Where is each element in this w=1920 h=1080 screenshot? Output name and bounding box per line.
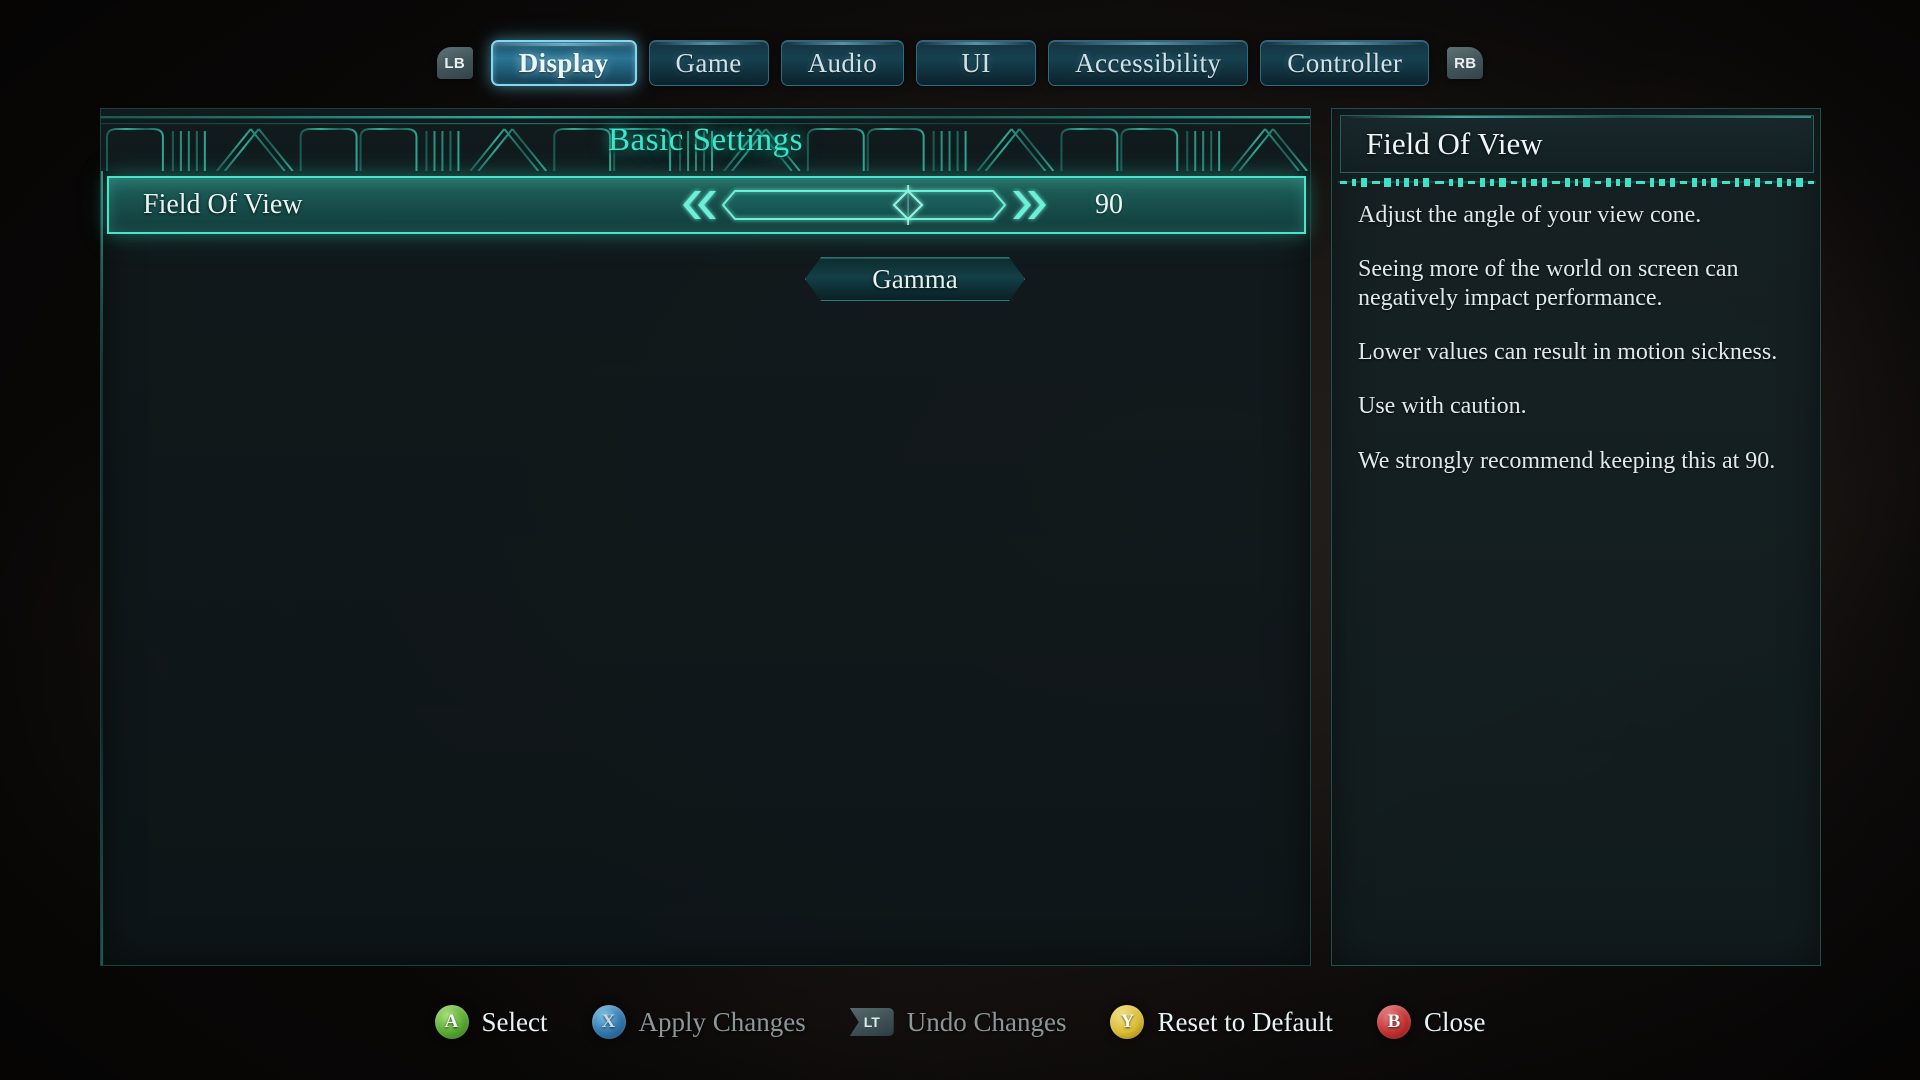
setting-row-label: Field Of View <box>143 189 303 220</box>
settings-screen: LB Display Game Audio UI Accessibility C… <box>0 0 1920 1080</box>
slider-increase-arrow <box>1013 191 1046 219</box>
tab-ui-label: UI <box>961 47 991 78</box>
prompt-select[interactable]: A Select <box>434 1005 548 1039</box>
info-panel-title: Field Of View <box>1366 126 1543 161</box>
section-header-ornament <box>101 109 1310 171</box>
right-bumper-icon: RB <box>1447 47 1484 79</box>
prompt-reset-to-default-label: Reset to Default <box>1157 1006 1333 1037</box>
gamma-button-label: Gamma <box>872 263 958 294</box>
slider-track <box>721 190 1007 220</box>
trigger-lt-icon: LT <box>849 1008 894 1036</box>
tab-accessibility-label: Accessibility <box>1075 47 1222 78</box>
prompt-undo-changes-label: Undo Changes <box>906 1006 1067 1037</box>
prompt-reset-to-default[interactable]: Y Reset to Default <box>1110 1005 1333 1039</box>
tab-controller-label: Controller <box>1287 47 1403 78</box>
tab-display-label: Display <box>518 47 609 78</box>
tab-audio[interactable]: Audio <box>780 40 905 86</box>
settings-panel: Basic Settings Field Of View 90 Gamma <box>100 108 1311 966</box>
info-paragraph: We strongly recommend keeping this at 90… <box>1358 447 1776 474</box>
tab-accessibility[interactable]: Accessibility <box>1048 40 1249 86</box>
info-paragraph: Seeing more of the world on screen can n… <box>1358 256 1739 311</box>
prompt-close[interactable]: B Close <box>1376 1005 1486 1039</box>
category-tab-bar: LB Display Game Audio UI Accessibility C… <box>0 34 1920 92</box>
prompt-close-label: Close <box>1423 1006 1486 1037</box>
button-a-icon: A <box>434 1005 469 1039</box>
tab-controller[interactable]: Controller <box>1260 40 1430 86</box>
gamma-button[interactable]: Gamma <box>805 257 1025 301</box>
button-b-icon: B <box>1376 1005 1411 1039</box>
prompt-apply-changes[interactable]: X Apply Changes <box>591 1005 806 1039</box>
info-paragraph: Use with caution. <box>1358 393 1527 420</box>
prompt-undo-changes[interactable]: LT Undo Changes <box>849 1006 1067 1038</box>
slider-track-graphic[interactable] <box>679 185 1079 225</box>
info-panel-body: Adjust the angle of your view cone. Seei… <box>1358 201 1798 501</box>
tab-audio-label: Audio <box>807 47 878 78</box>
button-y-icon: Y <box>1110 1005 1145 1039</box>
slider-decrease-arrow <box>683 191 716 219</box>
prompt-select-label: Select <box>481 1006 548 1037</box>
button-prompt-bar: A Select X Apply Changes LT Undo Changes… <box>0 998 1920 1046</box>
tab-ui[interactable]: UI <box>916 40 1037 86</box>
slider-value: 90 <box>1095 189 1123 220</box>
tab-game[interactable]: Game <box>648 40 769 86</box>
setting-row-field-of-view[interactable]: Field Of View 90 <box>107 176 1306 234</box>
tab-game-label: Game <box>675 47 742 78</box>
left-bumper-icon: LB <box>436 47 473 79</box>
button-x-icon: X <box>591 1005 626 1039</box>
field-of-view-slider[interactable]: 90 <box>679 185 1123 225</box>
info-panel-divider <box>1338 177 1816 189</box>
info-panel-header: Field Of View <box>1340 115 1814 173</box>
info-paragraph: Lower values can result in motion sickne… <box>1358 338 1778 365</box>
panel-left-edge-glow <box>101 109 103 965</box>
prompt-apply-changes-label: Apply Changes <box>638 1006 806 1037</box>
info-paragraph: Adjust the angle of your view cone. <box>1358 202 1702 228</box>
tab-display[interactable]: Display <box>490 40 637 86</box>
info-panel: Field Of View Adjust the angle of your v… <box>1331 108 1821 966</box>
